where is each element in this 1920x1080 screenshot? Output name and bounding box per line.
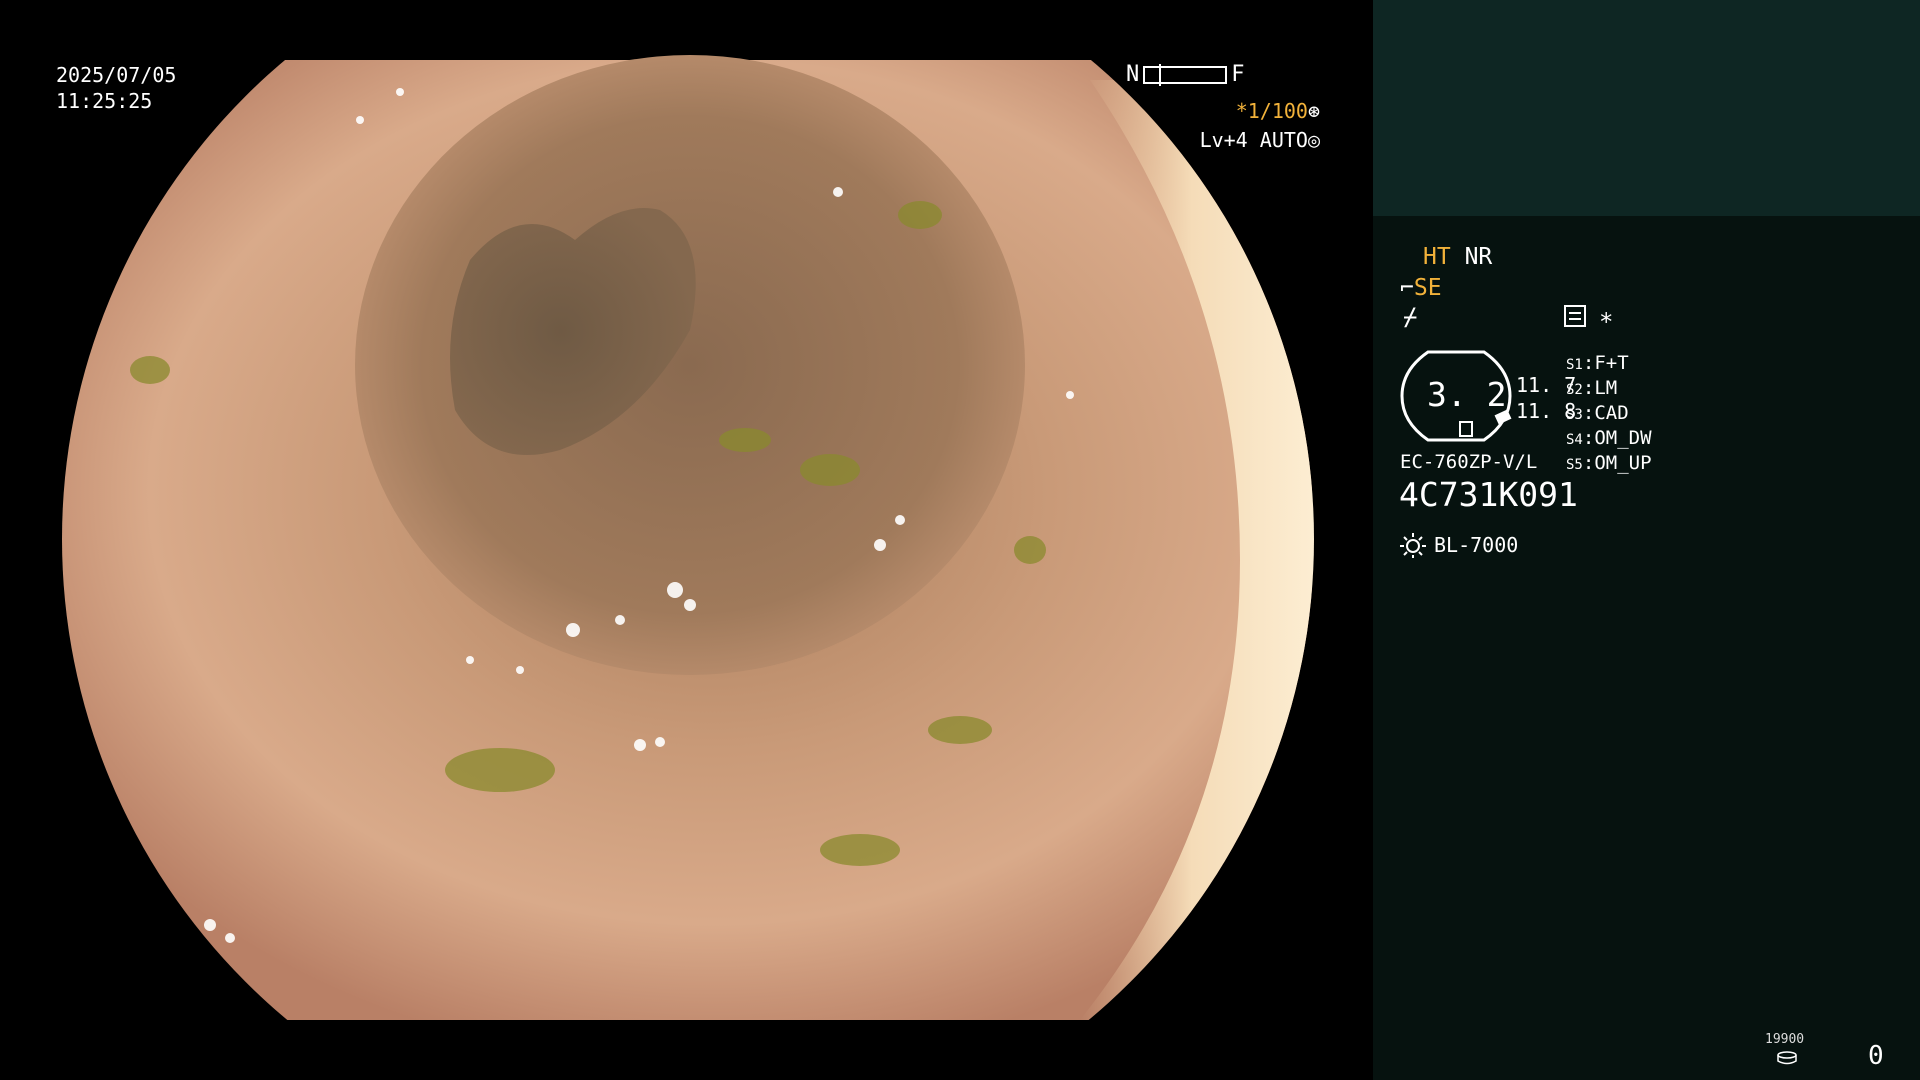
panel-header-area: [1373, 0, 1920, 216]
switch-s5: S5:OM_UP: [1566, 452, 1652, 474]
light-source-label: BL-7000: [1434, 533, 1519, 557]
nr-label: NR: [1464, 244, 1493, 270]
endoscope-view: 2025/07/05 11:25:25 N F *1/100⊛ Lv+4 AUT…: [0, 0, 1373, 1080]
hook-icon: ⌐: [1400, 275, 1414, 301]
mode-value: AUTO: [1259, 128, 1308, 152]
focus-far-label: F: [1231, 62, 1245, 87]
focus-bar: [1143, 64, 1228, 86]
disk-stack-icon: [1777, 1051, 1797, 1065]
focus-near-label: N: [1126, 62, 1140, 87]
gauge-value: 3. 2: [1427, 375, 1507, 414]
scope-model: EC-760ZP-V/L: [1400, 451, 1538, 473]
switch-s3: S3:CAD: [1566, 402, 1629, 424]
aperture-icon: ⊛: [1307, 99, 1320, 123]
counter-value: 0: [1868, 1041, 1884, 1071]
shutter-value: 1/100: [1247, 99, 1308, 123]
status-panel: HT NR ⌐SE ⌿ * 3. 2 11. 7 11. 8 S1:F+T S2…: [1373, 0, 1920, 1080]
ht-nr-row: HT NR: [1423, 243, 1492, 271]
scope-serial: 4C731K091: [1399, 475, 1578, 514]
counter-label: 19900: [1765, 1032, 1805, 1047]
shutter-prefix: *: [1235, 99, 1248, 123]
focus-indicator: N F: [1126, 62, 1245, 88]
asterisk-indicator: *: [1599, 308, 1614, 336]
switch-s4: S4:OM_DW: [1566, 427, 1652, 449]
time: 11:25:25: [56, 89, 153, 113]
sun-icon: [1400, 533, 1426, 558]
level-readout: Lv+4 AUTO◎: [1200, 127, 1320, 153]
light-source-row: BL-7000: [1400, 531, 1518, 559]
se-row: ⌐SE: [1400, 274, 1442, 302]
wave-icon: ⌿: [1403, 303, 1418, 331]
switch-s2: S2:LM: [1566, 377, 1618, 399]
ht-label: HT: [1423, 244, 1451, 270]
document-icon: [1564, 305, 1586, 327]
datetime: 2025/07/05 11:25:25: [56, 62, 176, 114]
level-value: Lv+4: [1199, 128, 1248, 152]
shutter-readout: *1/100⊛: [1236, 98, 1320, 124]
iris-icon: ◎: [1307, 128, 1320, 152]
switch-s1: S1:F+T: [1566, 352, 1629, 374]
date: 2025/07/05: [56, 63, 177, 87]
se-label: SE: [1413, 275, 1442, 301]
endoscopic-image: [62, 55, 1314, 1020]
